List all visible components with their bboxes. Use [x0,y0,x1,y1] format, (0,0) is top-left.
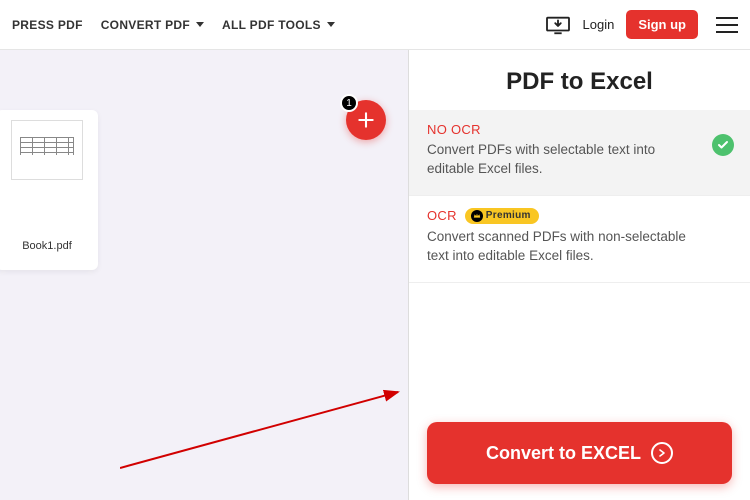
arrow-right-icon [651,442,673,464]
premium-label: Premium [486,210,531,221]
nav-all-tools[interactable]: ALL PDF TOOLS [222,18,335,32]
check-icon [712,134,734,156]
crown-icon [471,210,483,222]
login-link[interactable]: Login [583,17,615,32]
annotation-arrow [120,382,410,472]
nav-label: ALL PDF TOOLS [222,18,321,32]
plus-icon [356,110,376,130]
panel-title: PDF to Excel [409,50,750,110]
nav-label: PRESS PDF [12,18,83,32]
premium-badge: Premium [465,208,539,224]
option-desc: Convert scanned PDFs with non-selectable… [427,228,687,266]
option-title: NO OCR [427,122,732,137]
options-panel: PDF to Excel NO OCR Convert PDFs with se… [408,50,750,500]
file-thumbnail [11,120,83,180]
option-title-text: OCR [427,208,457,223]
convert-label: Convert to EXCEL [486,443,641,464]
file-count-badge: 1 [340,94,358,112]
file-card[interactable]: Book1.pdf [0,110,98,270]
menu-icon[interactable] [716,17,738,33]
nav-convert-pdf[interactable]: CONVERT PDF [101,18,204,32]
add-file-button[interactable]: 1 [346,100,386,140]
nav-right: Login Sign up [545,10,738,39]
option-title: OCR Premium [427,208,732,224]
option-ocr[interactable]: OCR Premium Convert scanned PDFs with no… [409,196,750,283]
top-header: PRESS PDF CONVERT PDF ALL PDF TOOLS Logi… [0,0,750,50]
signup-button[interactable]: Sign up [626,10,698,39]
file-name: Book1.pdf [4,240,90,252]
option-no-ocr[interactable]: NO OCR Convert PDFs with selectable text… [409,110,750,196]
option-desc: Convert PDFs with selectable text into e… [427,141,687,179]
main-area: Book1.pdf 1 PDF to Excel NO OCR Convert … [0,50,750,500]
file-workspace: Book1.pdf 1 [0,50,408,500]
nav-compress-pdf[interactable]: PRESS PDF [12,18,83,32]
convert-button[interactable]: Convert to EXCEL [427,422,732,484]
desktop-download-icon[interactable] [545,14,571,36]
nav-label: CONVERT PDF [101,18,190,32]
nav-left: PRESS PDF CONVERT PDF ALL PDF TOOLS [12,18,335,32]
